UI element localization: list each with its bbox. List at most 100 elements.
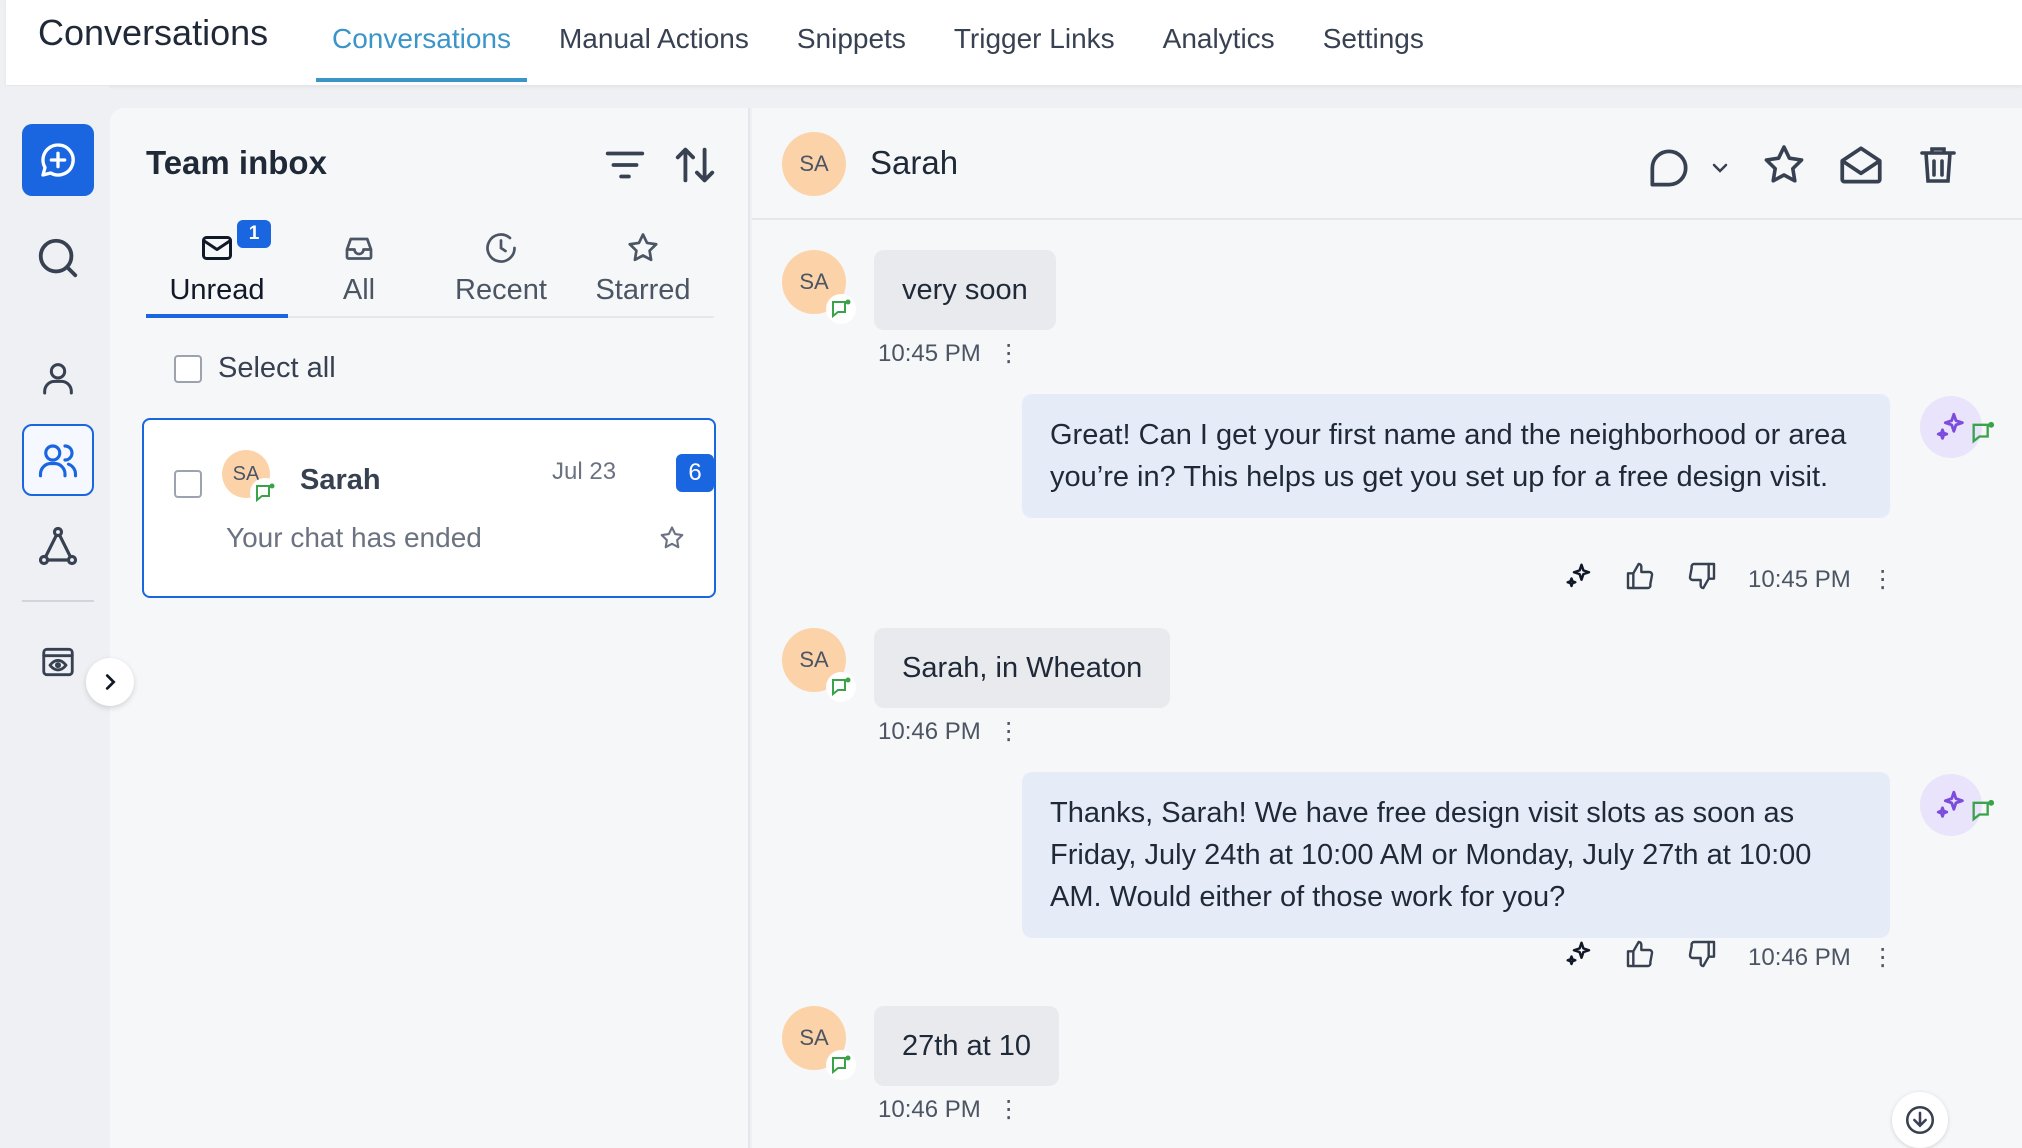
ai-agent-avatar — [1920, 396, 1995, 458]
thumbs-down-button[interactable] — [1686, 560, 1718, 599]
preview-button[interactable] — [22, 626, 94, 698]
message-text: Sarah, in Wheaton — [902, 651, 1143, 684]
triangle-nodes-icon — [38, 526, 78, 566]
tab-snippets[interactable]: Snippets — [781, 0, 922, 82]
conversation-card[interactable]: SA Sarah Jul 23 6 Your chat has ended — [142, 418, 716, 598]
contact-name[interactable]: Sarah — [870, 144, 958, 182]
select-all-label: Select all — [218, 352, 336, 384]
chat-panel: SA Sarah SA very soon 10:45 PM ⋮ Great! … — [752, 108, 2022, 1148]
message-menu-button[interactable]: ⋮ — [1871, 567, 1895, 592]
conversation-preview: Your chat has ended — [226, 522, 482, 553]
thumbs-up-button[interactable] — [1624, 560, 1656, 599]
avatar-initials: SA — [799, 151, 829, 176]
tab-settings[interactable]: Settings — [1307, 0, 1440, 82]
header-actions — [1644, 140, 1962, 195]
app-title: Conversations — [38, 12, 269, 53]
tab-analytics[interactable]: Analytics — [1147, 0, 1291, 82]
envelope-open-icon — [1840, 146, 1882, 184]
users-icon — [38, 444, 78, 478]
select-all-checkbox[interactable] — [174, 354, 202, 383]
tab-conversations[interactable]: Conversations — [316, 0, 527, 82]
message-menu-button[interactable]: ⋮ — [997, 720, 1021, 744]
avatar-initials: SA — [799, 647, 829, 672]
tab-trigger-links[interactable]: Trigger Links — [938, 0, 1131, 82]
new-conversation-button[interactable] — [22, 124, 94, 196]
rail-divider — [22, 600, 94, 602]
inbox-tab-unread[interactable]: 1 Unread — [146, 218, 288, 318]
sms-channel-icon — [826, 1050, 856, 1080]
chat-plus-icon — [41, 143, 75, 177]
sms-channel-icon — [826, 672, 856, 702]
team-inbox-button[interactable] — [22, 424, 94, 496]
message-avatar: SA — [782, 628, 856, 702]
message-bubble-outgoing: Thanks, Sarah! We have free design visit… — [1022, 772, 1890, 938]
mail-icon — [202, 236, 232, 260]
avatar-initials: SA — [799, 1025, 829, 1050]
arrow-down-circle-icon — [1905, 1105, 1935, 1135]
message-menu-button[interactable]: ⋮ — [1871, 945, 1895, 970]
tab-manual-actions[interactable]: Manual Actions — [543, 0, 765, 82]
chevron-down-icon — [1712, 163, 1728, 173]
conversation-checkbox[interactable] — [174, 470, 202, 498]
message-bubble-incoming: very soon — [874, 250, 1056, 330]
search-button[interactable] — [22, 222, 94, 294]
message-meta: 10:45 PM ⋮ — [878, 340, 1021, 368]
search-icon — [38, 238, 78, 278]
message-avatar: SA — [782, 1006, 856, 1080]
ai-regenerate-button[interactable] — [1564, 939, 1594, 976]
thumbs-down-icon — [1688, 940, 1716, 968]
message-menu-button[interactable]: ⋮ — [997, 342, 1021, 366]
clock-icon — [486, 233, 516, 263]
inbox-title: Team inbox — [146, 144, 327, 181]
message-meta: 10:46 PM ⋮ — [1564, 938, 1895, 977]
sort-icon — [675, 147, 715, 183]
message-bubble-incoming: 27th at 10 — [874, 1006, 1059, 1086]
chevron-right-icon — [105, 674, 116, 690]
unread-count-badge: 1 — [237, 220, 271, 248]
top-nav: Conversations Manual Actions Snippets Tr… — [316, 0, 1456, 86]
message-time: 10:45 PM — [1748, 565, 1851, 593]
mark-read-button[interactable] — [1836, 140, 1886, 195]
star-conversation-button[interactable] — [658, 524, 686, 557]
sparkles-icon — [1566, 563, 1591, 588]
star-button[interactable] — [1760, 141, 1808, 194]
thumbs-up-icon — [1626, 940, 1654, 968]
inbox-tab-label: Unread — [169, 274, 265, 306]
thumbs-down-button[interactable] — [1686, 938, 1718, 977]
delete-button[interactable] — [1914, 141, 1962, 194]
contacts-button[interactable] — [22, 342, 94, 414]
scroll-to-bottom-button[interactable] — [1892, 1092, 1948, 1148]
filter-button[interactable] — [602, 142, 648, 193]
left-rail — [6, 86, 109, 1148]
message-text: very soon — [902, 273, 1028, 306]
message-time: 10:46 PM — [1748, 943, 1851, 971]
inbox-tab-all[interactable]: All — [288, 218, 430, 316]
inbox-tab-starred[interactable]: Starred — [572, 218, 714, 316]
chat-bubble-icon — [1650, 148, 1688, 187]
message-text: Great! Can I get your first name and the… — [1050, 419, 1847, 493]
avatar: SA — [222, 450, 280, 508]
message-text: 27th at 10 — [902, 1029, 1031, 1062]
sparkles-icon — [1936, 790, 1964, 818]
expand-rail-button[interactable] — [86, 658, 134, 706]
filter-icon — [605, 151, 645, 179]
message-menu-button[interactable]: ⋮ — [997, 1098, 1021, 1122]
inbox-tab-label: Starred — [595, 274, 691, 306]
ai-regenerate-button[interactable] — [1564, 561, 1594, 598]
conversation-date: Jul 23 — [552, 458, 617, 485]
select-all[interactable]: Select all — [174, 352, 336, 385]
inbox-actions — [602, 142, 718, 193]
inbox-tab-recent[interactable]: Recent — [430, 218, 572, 316]
top-bar: Conversations Conversations Manual Actio… — [6, 0, 2022, 86]
star-icon — [1764, 145, 1804, 183]
message-meta: 10:45 PM ⋮ — [1564, 560, 1895, 599]
contact-avatar[interactable]: SA — [782, 132, 846, 196]
assign-dropdown[interactable] — [1644, 143, 1732, 193]
workflows-button[interactable] — [22, 510, 94, 582]
thumbs-up-button[interactable] — [1624, 938, 1656, 977]
message-text: Thanks, Sarah! We have free design visit… — [1050, 797, 1812, 913]
chat-header: SA Sarah — [752, 108, 2022, 220]
sort-button[interactable] — [672, 142, 718, 193]
star-icon — [628, 233, 658, 262]
message-bubble-outgoing: Great! Can I get your first name and the… — [1022, 394, 1890, 518]
